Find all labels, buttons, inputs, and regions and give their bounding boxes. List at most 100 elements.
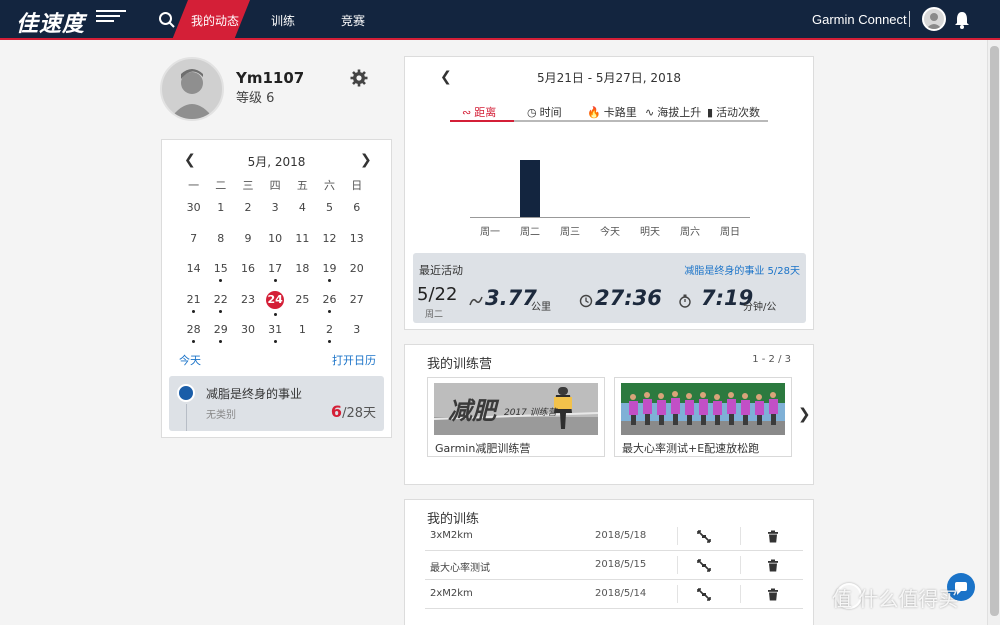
camp-tile-hr-test[interactable]: 最大心率测试+E配速放松跑 [614, 377, 792, 457]
workout-date: 2018/5/14 [595, 588, 647, 599]
search-icon[interactable] [158, 11, 176, 29]
nav-competition[interactable]: 竞赛 [341, 12, 365, 29]
calendar-day[interactable]: 23 [234, 293, 261, 324]
tab-time[interactable]: ◷ 时间 [527, 104, 562, 120]
calendar-next-button[interactable]: ❯ [360, 152, 372, 168]
workout-name[interactable]: 2xM2km [430, 588, 473, 599]
workout-row[interactable]: 3xM2km 2018/5/18 [425, 523, 803, 551]
calendar-day[interactable]: 3 [343, 323, 370, 354]
chart-x-label: 明天 [640, 227, 660, 238]
calendar-day[interactable]: 28 [180, 323, 207, 354]
calendar-day[interactable]: 2 [234, 201, 261, 232]
calendar-day[interactable]: 7 [180, 232, 207, 263]
calendar-day[interactable]: 8 [207, 232, 234, 263]
camp-tile-weight-loss[interactable]: 减肥 2017 训练营 Garmin减肥训练营 [427, 377, 605, 457]
gear-icon[interactable] [350, 69, 368, 87]
site-logo[interactable]: 佳速度 [16, 6, 85, 38]
workout-name[interactable]: 最大心率测试 [430, 559, 490, 574]
nav-training[interactable]: 训练 [271, 12, 295, 29]
send-to-device-icon[interactable] [697, 530, 711, 543]
send-to-device-icon[interactable] [697, 559, 711, 572]
activity-dot [219, 309, 223, 313]
calendar-campaign-item[interactable]: 减脂是终身的事业 无类别 6/28天 [169, 376, 384, 431]
calendar-day[interactable]: 13 [343, 232, 370, 263]
calendar-open-link[interactable]: 打开日历 [332, 352, 376, 368]
calendar-day[interactable]: 4 [289, 201, 316, 232]
calendar-day[interactable]: 1 [207, 201, 234, 232]
workout-row[interactable]: 2xM2km 2018/5/14 [425, 581, 803, 609]
calendar-day[interactable]: 19 [316, 262, 343, 293]
calendar-day-number: 4 [298, 201, 306, 214]
active-tab-underline [450, 120, 514, 122]
send-to-device-icon[interactable] [697, 588, 711, 601]
calendar-day[interactable]: 16 [234, 262, 261, 293]
calendar-day[interactable]: 10 [262, 232, 289, 263]
tab-activity-count[interactable]: ▮ 活动次数 [707, 104, 760, 120]
profile-avatar[interactable] [160, 57, 224, 121]
activity-dot [328, 340, 332, 343]
row-divider [677, 527, 678, 545]
recent-distance-unit: 公里 [531, 302, 551, 313]
chart-bar[interactable] [520, 159, 540, 217]
chart-baseline [470, 217, 750, 218]
recent-campaign-link[interactable]: 减脂是终身的事业 5/28天 [684, 262, 800, 277]
calendar-day-number: 6 [353, 201, 361, 214]
calendar-day[interactable]: 12 [316, 232, 343, 263]
calendar-day[interactable]: 30 [180, 201, 207, 232]
calendar-day-today[interactable]: 24 [262, 290, 289, 324]
brand-label[interactable]: Garmin Connect [812, 12, 907, 27]
calendar-day-number: 17 [268, 262, 283, 275]
recent-activity-panel[interactable]: 最近活动 减脂是终身的事业 5/28天 5/22 周二 3.77 公里 27:3… [413, 253, 806, 323]
calendar-day[interactable]: 20 [343, 262, 370, 293]
workout-row[interactable]: 最大心率测试 2018/5/15 [425, 552, 803, 580]
calendar-day[interactable]: 31 [262, 323, 289, 354]
calendar-day[interactable]: 22 [207, 293, 234, 324]
scrollbar[interactable] [987, 40, 1000, 625]
activity-dot [273, 279, 277, 282]
profile-username[interactable]: Ym1107 [236, 69, 304, 87]
workout-name[interactable]: 3xM2km [430, 530, 473, 541]
distance-icon: ∾ [462, 106, 472, 119]
nav-my-activity[interactable]: 我的动态 [191, 12, 239, 29]
calendar-day[interactable]: 1 [289, 323, 316, 354]
camp-image-subtitle: 2017 训练营 [504, 408, 557, 418]
calendar-day[interactable]: 14 [180, 262, 207, 293]
calendar-day[interactable]: 3 [262, 201, 289, 232]
calendar-day[interactable]: 27 [343, 293, 370, 324]
recent-date: 5/22 [417, 284, 458, 305]
week-range: 5月21日 - 5月27日, 2018 [537, 71, 681, 85]
user-avatar[interactable] [922, 7, 946, 31]
calendar-day-number: 30 [240, 323, 255, 336]
calendar-day-number: 11 [295, 231, 310, 245]
trash-icon[interactable] [766, 530, 780, 543]
calendar-day-number: 21 [186, 292, 201, 306]
calendar-day[interactable]: 18 [289, 262, 316, 293]
stopwatch-icon: ◷ [527, 106, 537, 119]
tab-calories[interactable]: 🔥 卡路里 [587, 104, 637, 120]
calendar-day[interactable]: 29 [207, 323, 234, 354]
scrollbar-thumb[interactable] [990, 46, 999, 616]
calendar-day[interactable]: 15 [207, 262, 234, 293]
calendar-day[interactable]: 6 [343, 201, 370, 232]
recent-duration: 27:36 [595, 286, 662, 310]
camps-next-button[interactable]: ❯ [798, 405, 811, 423]
calendar-day[interactable]: 9 [234, 232, 261, 263]
distance-icon [469, 296, 483, 306]
bell-icon[interactable] [953, 10, 971, 30]
calendar-day[interactable]: 25 [289, 293, 316, 324]
calendar-day[interactable]: 2 [316, 323, 343, 354]
tab-distance[interactable]: ∾ 距离 [462, 104, 496, 120]
calendar-day[interactable]: 30 [234, 323, 261, 354]
calendar-day[interactable]: 5 [316, 201, 343, 232]
trash-icon[interactable] [766, 559, 780, 572]
calendar-day[interactable]: 26 [316, 293, 343, 324]
calendar-day[interactable]: 21 [180, 293, 207, 324]
trash-icon[interactable] [766, 588, 780, 601]
calendar-day-number: 27 [349, 292, 364, 306]
campaign-timeline [186, 404, 187, 431]
tab-elevation[interactable]: ∿ 海拔上升 [645, 104, 701, 120]
nav-divider [909, 11, 910, 27]
calendar-today-link[interactable]: 今天 [179, 352, 201, 368]
calendar-day[interactable]: 17 [262, 262, 289, 293]
calendar-day[interactable]: 11 [289, 232, 316, 263]
